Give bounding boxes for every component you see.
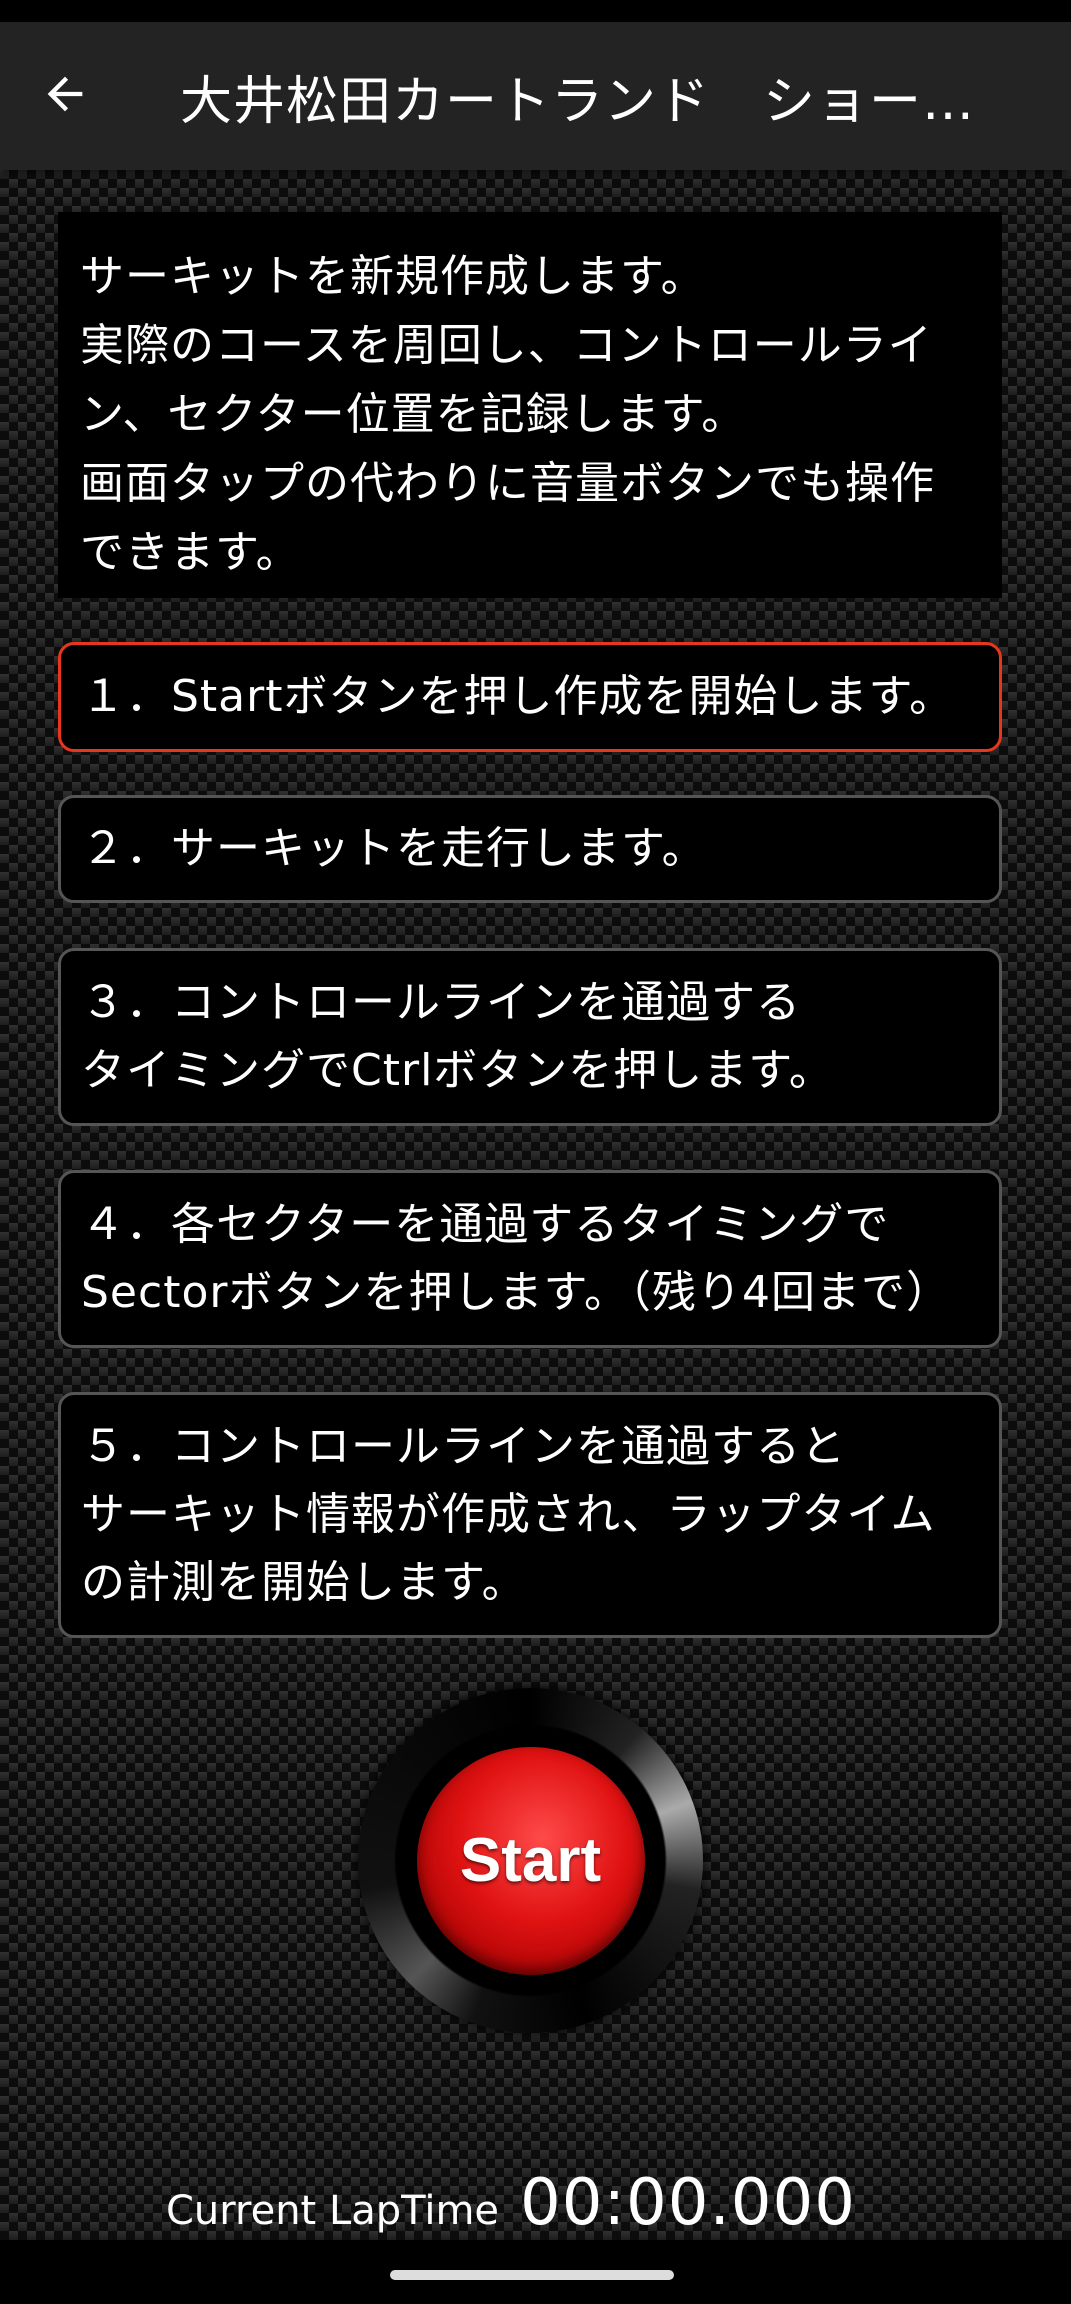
intro-line: できます。 <box>80 527 301 578</box>
gesture-handle[interactable] <box>390 2270 674 2280</box>
intro-text: サーキットを新規作成します。 実際のコースを周回し、コントロールライ ン、セクタ… <box>58 212 1002 598</box>
step-5-line: サーキット情報が作成され、ラップタイム <box>81 1489 936 1540</box>
intro-line: ン、セクター位置を記録します。 <box>80 389 747 440</box>
step-1-line: １．Startボタンを押し作成を開始します。 <box>81 671 955 722</box>
start-button-container: Start <box>358 1688 703 2033</box>
step-4: ４．各セクターを通過するタイミングで Sectorボタンを押します。（残り4回ま… <box>58 1170 1002 1348</box>
step-1: １．Startボタンを押し作成を開始します。 <box>58 642 1002 752</box>
status-bar <box>0 0 1071 22</box>
step-5-line: の計測を開始します。 <box>81 1557 527 1608</box>
arrow-left-icon <box>39 68 91 124</box>
step-4-line: Sectorボタンを押します。（残り4回まで） <box>81 1267 952 1318</box>
intro-line: 実際のコースを周回し、コントロールライ <box>80 320 933 371</box>
step-4-line: ４．各セクターを通過するタイミングで <box>81 1199 890 1250</box>
intro-line: 画面タップの代わりに音量ボタンでも操作 <box>80 458 935 509</box>
step-5: ５．コントロールラインを通過すると サーキット情報が作成され、ラップタイム の計… <box>58 1392 1002 1638</box>
step-2-line: ２．サーキットを走行します。 <box>81 823 707 874</box>
laptime-label: Current LapTime <box>166 2188 500 2234</box>
navigation-bar <box>0 2240 1071 2304</box>
step-5-line: ５．コントロールラインを通過すると <box>81 1421 846 1472</box>
intro-line: サーキットを新規作成します。 <box>80 251 706 302</box>
start-button[interactable]: Start <box>416 1746 645 1975</box>
step-2: ２．サーキットを走行します。 <box>58 795 1002 903</box>
back-button[interactable] <box>0 22 130 170</box>
laptime-value: 00:00.000 <box>520 2166 856 2240</box>
app-bar: 大井松田カートランド ショー… <box>0 22 1071 170</box>
step-3: ３．コントロールラインを通過する タイミングでCtrlボタンを押します。 <box>58 948 1002 1126</box>
start-button-ring[interactable]: Start <box>358 1688 703 2033</box>
step-3-line: ３．コントロールラインを通過する <box>81 977 801 1028</box>
step-3-line: タイミングでCtrlボタンを押します。 <box>81 1045 834 1096</box>
start-button-label: Start <box>459 1826 602 1895</box>
page-title: 大井松田カートランド ショー… <box>180 71 976 132</box>
